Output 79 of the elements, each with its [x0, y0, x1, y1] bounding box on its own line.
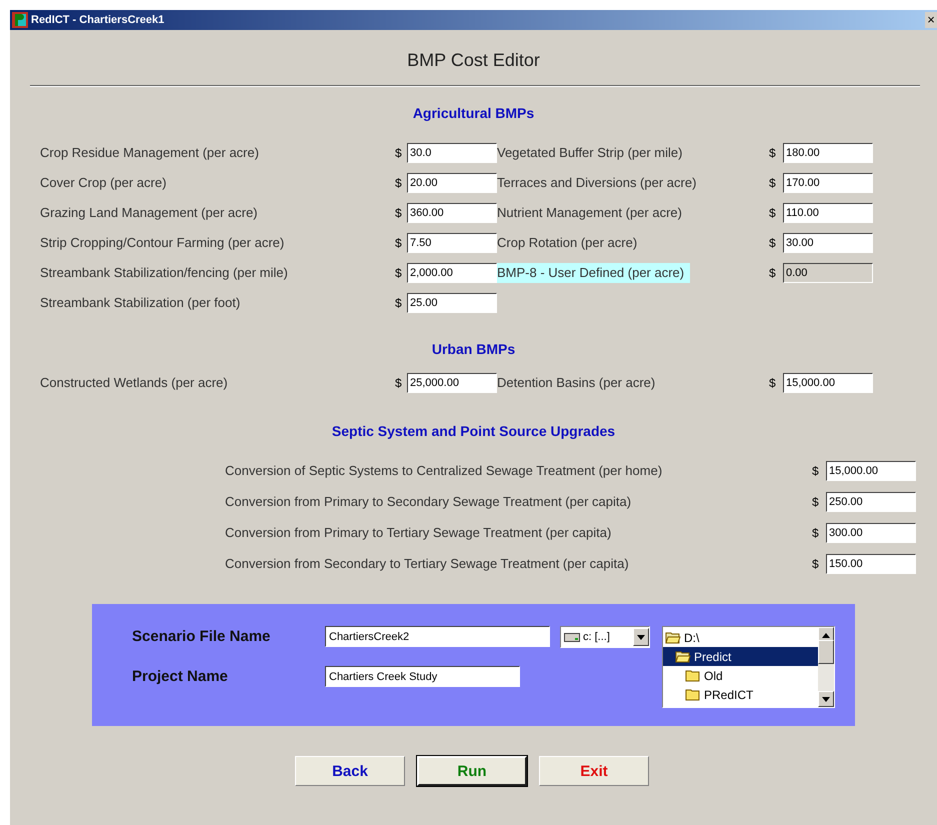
currency-sign: $	[812, 526, 820, 540]
cost-label: Conversion of Septic Systems to Centralized Sewage Treatment (per home)	[225, 462, 662, 480]
cost-field[interactable]: 110.00	[783, 203, 873, 223]
cost-field[interactable]: 15,000.00	[783, 373, 873, 393]
cost-label: Crop Rotation (per acre)	[497, 234, 638, 252]
currency-sign: $	[812, 557, 820, 571]
section-title: Agricultural BMPs	[412, 105, 536, 121]
currency-sign: $	[395, 176, 403, 190]
currency-sign: $	[769, 266, 777, 280]
cost-label: Nutrient Management (per acre)	[497, 204, 682, 222]
cost-label: Constructed Wetlands (per acre)	[40, 374, 228, 392]
cost-label: Conversion from Secondary to Tertiary Sewage Treatment (per capita)	[225, 555, 629, 573]
scrollbar[interactable]	[818, 627, 834, 707]
dialog-button[interactable]: Run	[417, 756, 527, 786]
scroll-up-icon	[822, 632, 830, 638]
cost-field[interactable]: 360.00	[407, 203, 497, 223]
currency-sign: $	[395, 206, 403, 220]
caret-icon	[637, 634, 645, 640]
scroll-down-icon	[822, 696, 830, 702]
cost-field[interactable]: 2,000.00	[407, 263, 497, 283]
currency-sign: $	[769, 376, 777, 390]
open-folder-icon	[675, 650, 691, 663]
currency-sign: $	[812, 495, 820, 509]
folder-item[interactable]: Predict	[663, 647, 818, 666]
dialog-button[interactable]: Back	[295, 756, 405, 786]
input-field[interactable]: ChartiersCreek2	[325, 626, 550, 647]
drive-icon	[564, 632, 580, 642]
cost-field[interactable]: 30.00	[783, 233, 873, 253]
cost-label: Streambank Stabilization/fencing (per mile)	[40, 264, 288, 282]
cost-field[interactable]: 180.00	[783, 143, 873, 163]
highlighted-cost-label: BMP-8 - User Defined (per acre)	[497, 263, 690, 283]
currency-sign: $	[769, 236, 777, 250]
open-folder-icon	[665, 631, 681, 644]
cost-label: Detention Basins (per acre)	[497, 374, 656, 392]
section-title: Septic System and Point Source Upgrades	[330, 423, 616, 439]
cost-label: Conversion from Primary to Tertiary Sewage Treatment (per capita)	[225, 524, 612, 542]
cost-field[interactable]: 170.00	[783, 173, 873, 193]
currency-sign: $	[769, 146, 777, 160]
cost-label: Vegetated Buffer Strip (per mile)	[497, 144, 682, 162]
cost-field[interactable]: 300.00	[826, 523, 916, 543]
folder-item[interactable]: PRedICT	[663, 685, 818, 704]
cost-field[interactable]: 7.50	[407, 233, 497, 253]
input-field[interactable]: Chartiers Creek Study	[325, 666, 520, 687]
dialog-button[interactable]: Exit	[539, 756, 649, 786]
window-title: RedICT - ChartiersCreek1	[31, 14, 166, 26]
folder-icon	[685, 688, 701, 701]
cost-field[interactable]: 30.0	[407, 143, 497, 163]
field-label: Scenario File Name	[132, 628, 272, 645]
cost-label: Conversion from Primary to Secondary Sewage Treatment (per capita)	[225, 493, 632, 511]
editor-heading: BMP Cost Editor	[406, 49, 541, 72]
section-title: Urban BMPs	[430, 341, 516, 357]
cost-field[interactable]: 150.00	[826, 554, 916, 574]
cost-field[interactable]: 250.00	[826, 492, 916, 512]
cost-label: Cover Crop (per acre)	[40, 174, 166, 192]
cost-field[interactable]: 15,000.00	[826, 461, 916, 481]
close-button[interactable]: ×	[925, 12, 937, 28]
cost-label: Streambank Stabilization (per foot)	[40, 294, 240, 312]
cost-label: Crop Residue Management (per acre)	[40, 144, 259, 162]
cost-field[interactable]: 25,000.00	[407, 373, 497, 393]
cost-field[interactable]: 25.00	[407, 293, 497, 313]
currency-sign: $	[769, 206, 777, 220]
currency-sign: $	[395, 266, 403, 280]
currency-sign: $	[395, 296, 403, 310]
currency-sign: $	[769, 176, 777, 190]
dropdown-arrow-button[interactable]	[633, 628, 649, 646]
currency-sign: $	[395, 146, 403, 160]
folder-item[interactable]: Old	[663, 666, 818, 685]
field-label: Project Name	[132, 668, 229, 685]
cost-label: Terraces and Diversions (per acre)	[497, 174, 696, 192]
app-icon	[12, 12, 28, 28]
folder-item[interactable]: D:\	[663, 628, 818, 647]
cost-field[interactable]: 20.00	[407, 173, 497, 193]
cost-label: Grazing Land Management (per acre)	[40, 204, 258, 222]
currency-sign: $	[395, 376, 403, 390]
currency-sign: $	[812, 464, 820, 478]
currency-sign: $	[395, 236, 403, 250]
drive-dropdown[interactable]: c: [...]	[560, 626, 650, 648]
folder-icon	[685, 669, 701, 682]
cost-label: Strip Cropping/Contour Farming (per acre)	[40, 234, 284, 252]
